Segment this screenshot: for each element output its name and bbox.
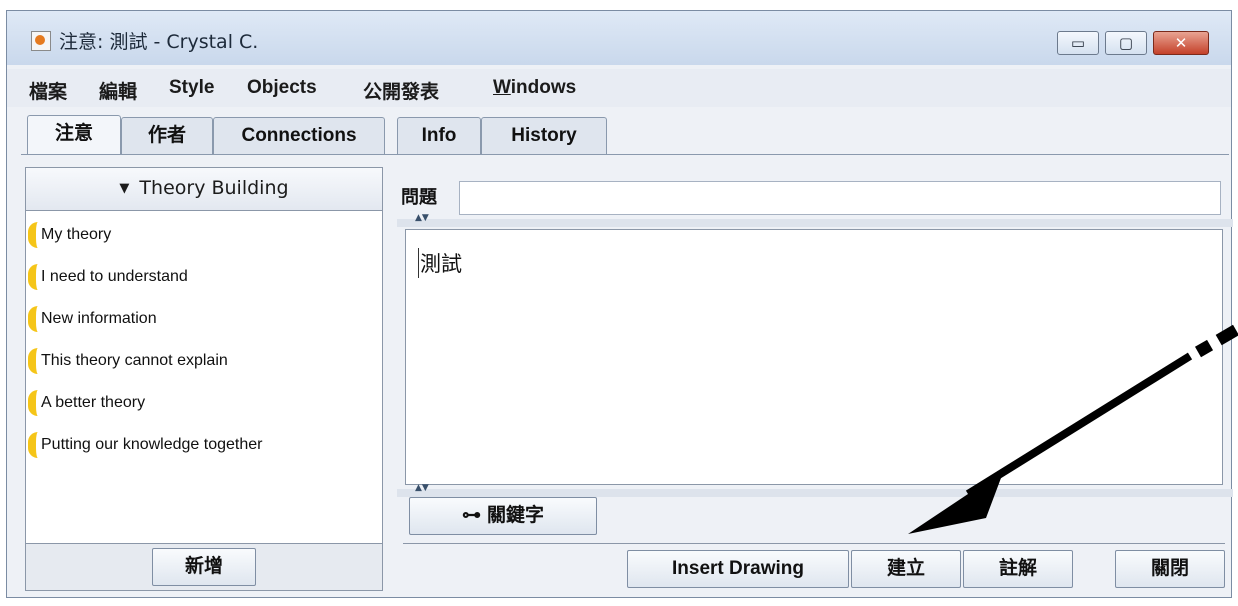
arrow-dashed-tail <box>1194 324 1238 358</box>
annotation-arrow <box>908 324 1238 534</box>
